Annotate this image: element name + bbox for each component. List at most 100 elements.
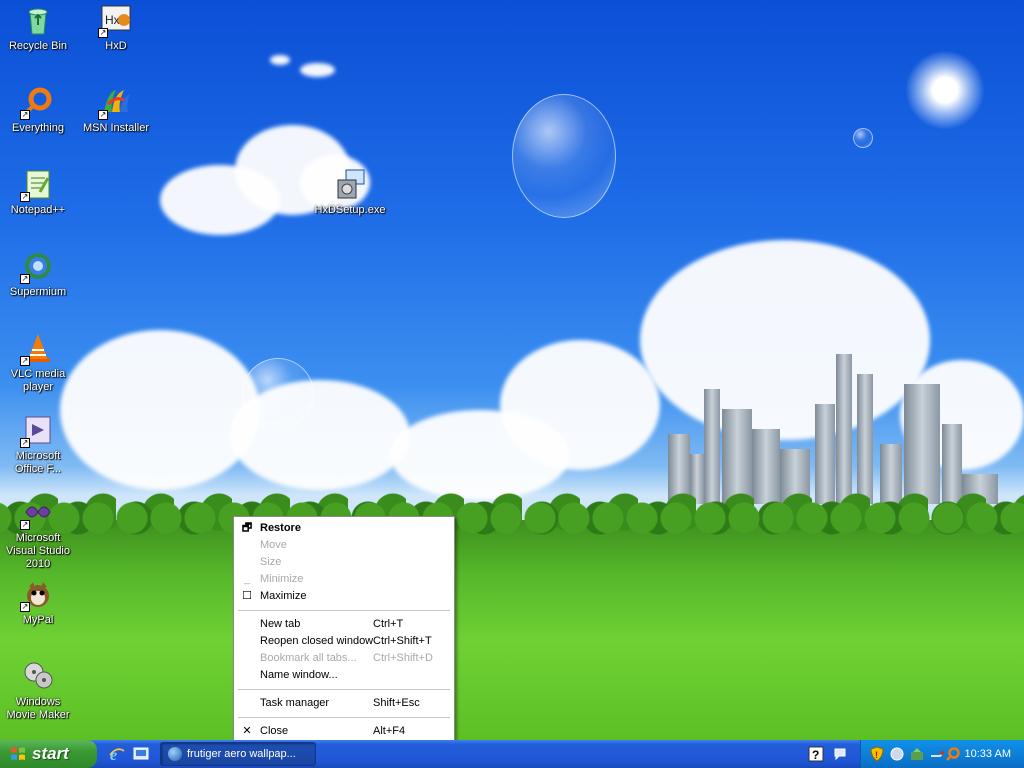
windows-logo-icon bbox=[11, 747, 25, 760]
security-shield-icon[interactable]: ! bbox=[869, 746, 885, 762]
desktop-icon-hxdsetup[interactable]: HxDSetup.exe bbox=[312, 168, 388, 217]
desktop-icon-mypal[interactable]: ↗ MyPal bbox=[0, 578, 76, 627]
clock[interactable]: 10:33 AM bbox=[965, 740, 1011, 768]
shortcut-arrow-icon: ↗ bbox=[20, 356, 30, 366]
shortcut-arrow-icon: ↗ bbox=[20, 520, 30, 530]
menu-item-shortcut: Ctrl+T bbox=[373, 618, 404, 630]
maximize-icon: ☐ bbox=[242, 590, 252, 602]
desktop-icon-label: MyPal bbox=[22, 614, 54, 626]
hxd-icon: Hx ↗ bbox=[98, 4, 132, 38]
desktop-icon-label: Microsoft Office F... bbox=[14, 450, 62, 475]
menu-item-label: Bookmark all tabs... bbox=[260, 652, 357, 664]
menu-item-shortcut: Ctrl+Shift+T bbox=[373, 635, 432, 647]
desktop-icon-hxd[interactable]: Hx ↗ HxD bbox=[78, 4, 154, 53]
language-bar-icon[interactable] bbox=[832, 746, 848, 762]
menu-item-close[interactable]: ✕ Close Alt+F4 bbox=[236, 723, 452, 740]
menu-item-maximize[interactable]: ☐ Maximize bbox=[236, 588, 452, 605]
desktop-icon-label: Recycle Bin bbox=[8, 40, 68, 52]
menu-item-name-window[interactable]: Name window... bbox=[236, 667, 452, 684]
building bbox=[704, 389, 720, 504]
menu-item-label: Move bbox=[260, 539, 287, 551]
cloud bbox=[270, 55, 290, 65]
supermium-icon: ↗ bbox=[20, 250, 54, 284]
menu-item-label: Size bbox=[260, 556, 282, 568]
desktop-icon-supermium[interactable]: ↗ Supermium bbox=[0, 250, 76, 299]
network-icon[interactable] bbox=[889, 746, 905, 762]
desktop-wallpaper: Recycle Bin Hx ↗ HxD ↗ Everything ↗ MSN … bbox=[0, 0, 1024, 740]
notepad-plus-plus-icon: ↗ bbox=[20, 168, 54, 202]
taskbar-button-window[interactable]: frutiger aero wallpap... bbox=[160, 742, 316, 766]
shortcut-arrow-icon: ↗ bbox=[20, 274, 30, 284]
svg-text:?: ? bbox=[812, 748, 819, 762]
shortcut-arrow-icon: ↗ bbox=[20, 602, 30, 612]
recycle-bin-icon bbox=[22, 4, 54, 36]
menu-item-label: Maximize bbox=[260, 590, 307, 602]
desktop-icon-label: HxDSetup.exe bbox=[314, 204, 386, 216]
desktop-icon-label: Everything bbox=[12, 122, 64, 134]
desktop-icon-label: HxD bbox=[105, 40, 127, 52]
movie-maker-icon bbox=[22, 660, 54, 692]
desktop-icon-label: Supermium bbox=[9, 286, 67, 298]
desktop-icon-visual-studio[interactable]: ↗ Microsoft Visual Studio 2010 bbox=[0, 496, 76, 571]
cloud bbox=[300, 63, 335, 77]
menu-item-restore[interactable]: 🗗 Restore bbox=[236, 520, 452, 537]
menu-item-new-tab[interactable]: New tab Ctrl+T bbox=[236, 616, 452, 633]
menu-item-shortcut: Ctrl+Shift+D bbox=[373, 652, 433, 664]
desktop-icon-everything[interactable]: ↗ Everything bbox=[0, 86, 76, 135]
shortcut-arrow-icon: ↗ bbox=[20, 110, 30, 120]
menu-item-label: Restore bbox=[260, 522, 301, 534]
mypal-icon: ↗ bbox=[20, 578, 54, 612]
desktop-icon-label: Windows Movie Maker bbox=[6, 696, 70, 721]
desktop-icon-notepad-plus-plus[interactable]: ↗ Notepad++ bbox=[0, 168, 76, 217]
menu-item-reopen-closed-window[interactable]: Reopen closed window Ctrl+Shift+T bbox=[236, 633, 452, 650]
menu-item-bookmark-all-tabs: Bookmark all tabs... Ctrl+Shift+D bbox=[236, 650, 452, 667]
sun-flare bbox=[905, 50, 985, 130]
search-everything-icon[interactable] bbox=[945, 746, 961, 762]
shortcut-arrow-icon: ↗ bbox=[98, 110, 108, 120]
desktop-icon-label: MSN Installer bbox=[82, 122, 150, 134]
shortcut-arrow-icon: ↗ bbox=[98, 28, 108, 38]
updates-icon[interactable] bbox=[909, 746, 925, 762]
everything-icon: ↗ bbox=[20, 86, 54, 120]
vlc-icon: ↗ bbox=[20, 332, 54, 366]
desktop-icon-msn-installer[interactable]: ↗ MSN Installer bbox=[78, 86, 154, 135]
shortcut-arrow-icon: ↗ bbox=[20, 192, 30, 202]
menu-item-label: Close bbox=[260, 725, 289, 737]
tree-line bbox=[0, 496, 1024, 536]
desktop-icon-label: Microsoft Visual Studio 2010 bbox=[5, 532, 70, 570]
menu-item-minimize: _ Minimize bbox=[236, 571, 452, 588]
cloud bbox=[500, 340, 660, 470]
menu-item-label: Task manager bbox=[260, 697, 330, 709]
cloud bbox=[60, 330, 260, 490]
menu-item-label: Name window... bbox=[260, 669, 338, 681]
grass-field bbox=[0, 520, 1024, 740]
shortcut-arrow-icon: ↗ bbox=[20, 438, 30, 448]
menu-item-task-manager[interactable]: Task manager Shift+Esc bbox=[236, 695, 452, 712]
desktop-icon-recycle-bin[interactable]: Recycle Bin bbox=[0, 4, 76, 53]
restore-icon: 🗗 bbox=[241, 522, 253, 534]
show-desktop-icon[interactable] bbox=[132, 745, 150, 763]
start-label: start bbox=[32, 744, 69, 763]
menu-item-shortcut: Alt+F4 bbox=[373, 725, 406, 737]
svg-text:Hx: Hx bbox=[105, 13, 120, 27]
menu-separator bbox=[238, 689, 450, 690]
building bbox=[857, 374, 873, 504]
browser-icon bbox=[168, 747, 182, 761]
desktop-icon-movie-maker[interactable]: Windows Movie Maker bbox=[0, 660, 76, 722]
bubble bbox=[512, 94, 616, 218]
desktop-icon-office[interactable]: ↗ Microsoft Office F... bbox=[0, 414, 76, 476]
taskbar-button-label: frutiger aero wallpap... bbox=[187, 748, 296, 760]
close-icon: ✕ bbox=[242, 725, 252, 737]
start-button[interactable]: start bbox=[0, 740, 97, 768]
menu-separator bbox=[238, 610, 450, 611]
menu-item-label: Reopen closed window bbox=[260, 635, 374, 647]
safely-remove-hardware-icon[interactable] bbox=[929, 746, 945, 762]
menu-item-label: Minimize bbox=[260, 573, 304, 585]
installer-icon bbox=[334, 168, 366, 200]
svg-text:!: ! bbox=[875, 750, 878, 760]
internet-explorer-icon[interactable]: e bbox=[108, 745, 126, 763]
building bbox=[836, 354, 852, 504]
help-icon[interactable]: ? bbox=[808, 746, 824, 762]
desktop-icon-label: VLC media player bbox=[10, 368, 66, 393]
desktop-icon-vlc[interactable]: ↗ VLC media player bbox=[0, 332, 76, 394]
